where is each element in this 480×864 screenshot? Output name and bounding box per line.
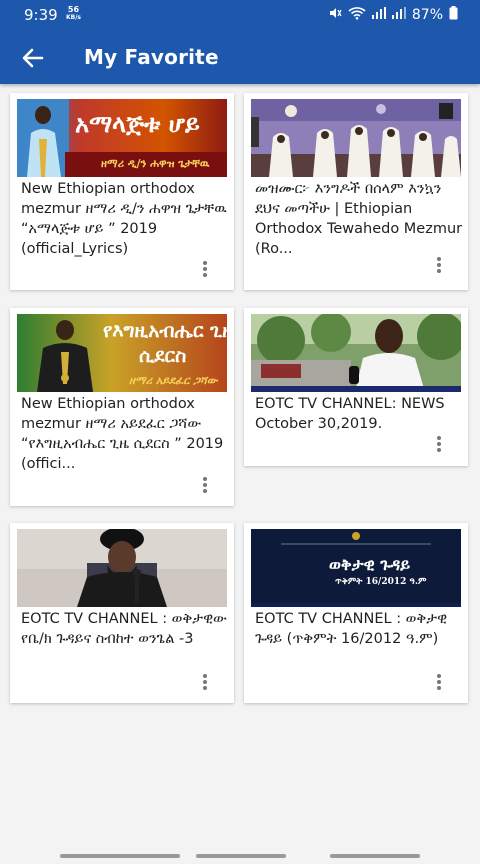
video-title[interactable]: EOTC TV CHANNEL : ወቅታዊው የቤ/ክ ጉዳይና ስብከተ ወ… bbox=[21, 609, 229, 671]
video-title[interactable]: New Ethiopian orthodox mezmur ዘማሪ አይደፈር … bbox=[21, 394, 229, 474]
video-card[interactable]: EOTC TV CHANNEL : ወቅታዊው የቤ/ክ ጉዳይና ስብከተ ወ… bbox=[10, 523, 234, 703]
more-options-button[interactable] bbox=[200, 477, 210, 495]
page-title: My Favorite bbox=[84, 45, 219, 69]
more-vert-icon bbox=[200, 261, 210, 277]
network-speed-unit: KB/s bbox=[66, 14, 81, 21]
video-title[interactable]: EOTC TV CHANNEL : ወቅታዊ ጉዳይ (ጥቅምት 16/2012… bbox=[255, 609, 463, 671]
wifi-icon bbox=[348, 6, 366, 24]
more-vert-icon bbox=[200, 674, 210, 690]
video-thumbnail[interactable]: ወቅታዊ ጉዳይ ጥቅምት 16/2012 ዓ.ም bbox=[251, 529, 461, 607]
thumbnail-title-line2: ሲደርስ bbox=[139, 345, 187, 367]
video-thumbnail[interactable]: አማላጅቱ ሆይ ዘማሪ ዲ/ን ሐዋዝ ጌታቸዉ bbox=[17, 99, 227, 177]
thumbnail-title-line1: የእግዚአብሔር ጊዜ bbox=[103, 320, 227, 342]
more-options-button[interactable] bbox=[434, 257, 444, 275]
thumbnail-title: አማላጅቱ ሆይ bbox=[75, 109, 200, 138]
status-time: 9:39 bbox=[24, 6, 58, 24]
more-vert-icon bbox=[434, 257, 444, 273]
signal-icon bbox=[371, 7, 386, 23]
video-thumbnail[interactable] bbox=[17, 529, 227, 607]
more-options-button[interactable] bbox=[200, 674, 210, 692]
more-vert-icon bbox=[434, 436, 444, 452]
video-title[interactable]: መዝሙር፦ እንግዶች በሰላም እንኳን ደህና መጣችሁ | Ethiopi… bbox=[255, 179, 463, 259]
video-card[interactable]: መዝሙር፦ እንግዶች በሰላም እንኳን ደህና መጣችሁ | Ethiopi… bbox=[244, 93, 468, 290]
battery-icon bbox=[449, 6, 458, 24]
thumbnail-title: ወቅታዊ ጉዳይ bbox=[329, 555, 411, 574]
back-arrow-icon bbox=[22, 48, 44, 68]
thumbnail-subtitle: ዘማሪ አይደፈር ጋሻው bbox=[129, 374, 218, 387]
status-bar: 9:39 56 KB/s 87% bbox=[0, 0, 480, 32]
status-icons: 87% bbox=[328, 6, 458, 24]
thumbnail-subtitle: ዘማሪ ዲ/ን ሐዋዝ ጌታቸዉ bbox=[101, 157, 210, 170]
video-title[interactable]: EOTC TV CHANNEL: NEWS October 30,2019. bbox=[255, 394, 463, 438]
battery-percent: 87% bbox=[411, 7, 443, 23]
mute-icon bbox=[328, 6, 342, 24]
back-button[interactable] bbox=[18, 44, 48, 72]
nav-handle-left bbox=[60, 854, 180, 858]
more-options-button[interactable] bbox=[200, 261, 210, 279]
more-options-button[interactable] bbox=[434, 674, 444, 692]
network-speed-value: 56 bbox=[67, 5, 80, 14]
video-thumbnail[interactable]: የእግዚአብሔር ጊዜ ሲደርስ ዘማሪ አይደፈር ጋሻው bbox=[17, 314, 227, 392]
more-options-button[interactable] bbox=[434, 436, 444, 454]
nav-handle-right bbox=[330, 854, 420, 858]
thumbnail-subtitle: ጥቅምት 16/2012 ዓ.ም bbox=[335, 577, 427, 587]
video-title[interactable]: New Ethiopian orthodox mezmur ዘማሪ ዲ/ን ሐዋ… bbox=[21, 179, 229, 259]
more-vert-icon bbox=[434, 674, 444, 690]
video-thumbnail[interactable] bbox=[251, 99, 461, 177]
network-speed: 56 KB/s bbox=[66, 6, 81, 22]
video-card[interactable]: አማላጅቱ ሆይ ዘማሪ ዲ/ን ሐዋዝ ጌታቸዉ New Ethiopian … bbox=[10, 93, 234, 290]
nav-handle-center bbox=[196, 854, 286, 858]
app-bar: My Favorite bbox=[0, 32, 480, 84]
video-card[interactable]: ወቅታዊ ጉዳይ ጥቅምት 16/2012 ዓ.ም EOTC TV CHANNE… bbox=[244, 523, 468, 703]
video-card[interactable]: የእግዚአብሔር ጊዜ ሲደርስ ዘማሪ አይደፈር ጋሻው New Ethio… bbox=[10, 308, 234, 506]
video-card[interactable]: EOTC TV CHANNEL: NEWS October 30,2019. bbox=[244, 308, 468, 466]
signal-icon-2 bbox=[391, 7, 406, 23]
more-vert-icon bbox=[200, 477, 210, 493]
video-thumbnail[interactable] bbox=[251, 314, 461, 392]
